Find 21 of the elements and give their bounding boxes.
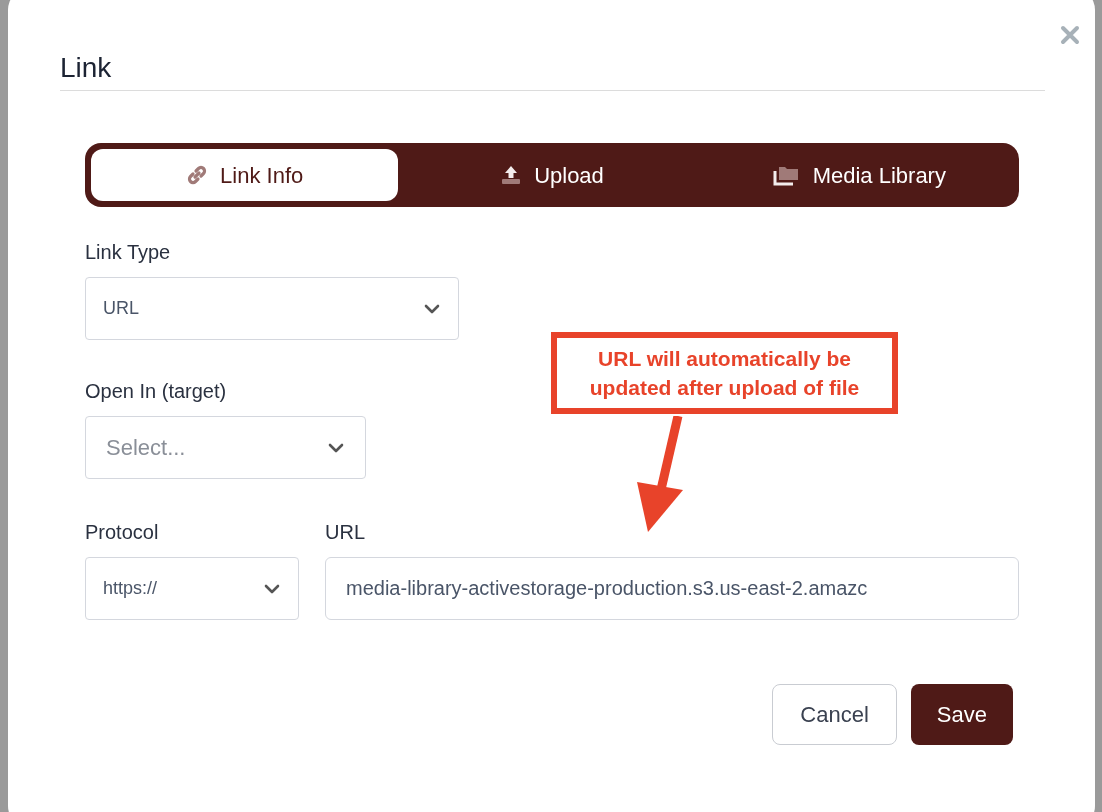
tab[interactable]: Media Library <box>705 149 1013 201</box>
url-field[interactable]: media-library-activestorage-production.s3.us-east-2.amazc <box>325 557 1019 620</box>
folders-icon <box>772 164 801 186</box>
chevron-down-icon <box>263 582 281 595</box>
close-icon <box>1060 25 1080 45</box>
field-label: Link Type <box>85 240 171 265</box>
field-label: Protocol <box>85 520 159 545</box>
field-label: Open In (target) <box>85 379 227 404</box>
link-icon <box>186 164 209 186</box>
tab[interactable]: Link Info <box>91 149 399 201</box>
field-label: URL <box>325 520 365 545</box>
upload-icon <box>500 164 523 186</box>
protocol-select[interactable]: https:// <box>85 557 299 620</box>
link-type-select[interactable]: URL <box>85 277 459 340</box>
cancel-button[interactable]: Cancel <box>772 684 897 745</box>
save-button[interactable]: Save <box>910 684 1013 745</box>
tab[interactable]: Upload <box>398 149 706 201</box>
chevron-down-icon <box>423 302 441 315</box>
chevron-down-icon <box>327 441 345 454</box>
annotation-callout: URL will automatically be updated after upload of file <box>551 332 898 414</box>
dialog-title: Link <box>60 51 112 85</box>
